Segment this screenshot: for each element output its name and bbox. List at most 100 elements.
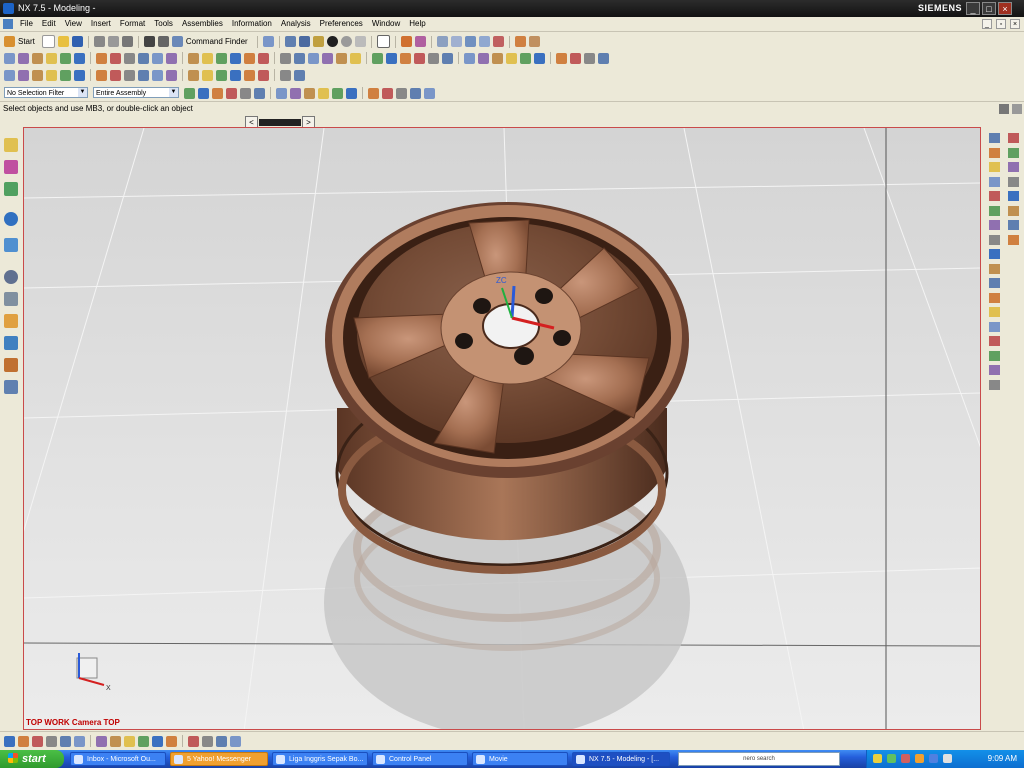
assembly-tool-icon[interactable] xyxy=(294,69,305,81)
part-navigator-icon[interactable] xyxy=(4,182,18,196)
roles-icon[interactable] xyxy=(4,358,18,372)
maximize-button[interactable]: □ xyxy=(982,2,996,15)
mdi-minimize-button[interactable]: _ xyxy=(982,19,992,29)
open-icon[interactable] xyxy=(57,36,69,47)
menu-item[interactable]: Preferences xyxy=(320,19,363,28)
utility-tool-icon[interactable] xyxy=(4,735,15,747)
utility-tool-icon[interactable] xyxy=(138,735,149,747)
feature-tool-icon[interactable] xyxy=(428,52,439,64)
selection-filter-dropdown[interactable]: No Selection Filter ▼ xyxy=(4,87,88,98)
copy-icon[interactable] xyxy=(107,36,119,47)
feature-tool-icon[interactable] xyxy=(32,52,43,64)
feature-tool-icon[interactable] xyxy=(258,52,269,64)
utility-tool-icon[interactable] xyxy=(96,735,107,747)
assembly-tool-icon[interactable] xyxy=(96,69,107,81)
assembly-tool-icon[interactable] xyxy=(4,69,15,81)
assembly-navigator-icon[interactable] xyxy=(4,138,18,152)
assembly-tool-icon[interactable] xyxy=(138,69,149,81)
utility-tool-icon[interactable] xyxy=(18,735,29,747)
process-studio-icon[interactable] xyxy=(4,314,18,328)
menu-item[interactable]: Analysis xyxy=(281,19,311,28)
feature-tool-icon[interactable] xyxy=(216,52,227,64)
move-object-icon[interactable] xyxy=(478,36,490,47)
feature-tool-icon[interactable] xyxy=(124,52,135,64)
feature-tool-icon[interactable] xyxy=(110,52,121,64)
tray-icon[interactable] xyxy=(873,754,882,763)
system-scenes-icon[interactable] xyxy=(4,380,18,394)
feature-tool-icon[interactable] xyxy=(598,52,609,64)
feature-tool-icon[interactable] xyxy=(464,52,475,64)
hide-icon[interactable] xyxy=(414,36,426,47)
slider-track[interactable] xyxy=(259,119,301,126)
save-icon[interactable] xyxy=(71,36,83,47)
feature-tool-icon[interactable] xyxy=(584,52,595,64)
feature-tool-icon[interactable] xyxy=(152,52,163,64)
edit-object-icon[interactable] xyxy=(464,36,476,47)
curve-tool-icon[interactable] xyxy=(1008,220,1019,230)
utility-tool-icon[interactable] xyxy=(46,735,57,747)
mdi-restore-button[interactable]: ▫ xyxy=(996,19,1006,29)
graphics-window[interactable]: ZC X TOP WORK Camera TOP xyxy=(23,127,981,730)
curve-tool-icon[interactable] xyxy=(1008,162,1019,172)
utility-tool-icon[interactable] xyxy=(110,735,121,747)
feature-tool-icon[interactable] xyxy=(230,52,241,64)
curve-tool-icon[interactable] xyxy=(1008,133,1019,143)
assembly-tool-icon[interactable] xyxy=(18,69,29,81)
sketch-tool-icon[interactable] xyxy=(989,336,1000,346)
chevron-down-icon[interactable]: ▼ xyxy=(78,88,87,97)
sketch-tool-icon[interactable] xyxy=(989,162,1000,172)
assembly-tool-icon[interactable] xyxy=(60,69,71,81)
feature-tool-icon[interactable] xyxy=(386,52,397,64)
feature-tool-icon[interactable] xyxy=(570,52,581,64)
utility-tool-icon[interactable] xyxy=(202,735,213,747)
snap-point-icon[interactable] xyxy=(290,87,301,99)
assembly-tool-icon[interactable] xyxy=(216,69,227,81)
snap-point-icon[interactable] xyxy=(212,87,223,99)
feature-tool-icon[interactable] xyxy=(294,52,305,64)
utility-tool-icon[interactable] xyxy=(152,735,163,747)
snap-point-icon[interactable] xyxy=(254,87,265,99)
wcs-icon[interactable] xyxy=(436,36,448,47)
curve-tool-icon[interactable] xyxy=(1008,191,1019,201)
assembly-tool-icon[interactable] xyxy=(258,69,269,81)
taskbar-button[interactable]: Inbox - Microsoft Ou... xyxy=(70,752,166,766)
scene-canvas[interactable]: ZC X xyxy=(24,128,981,730)
tray-icon[interactable] xyxy=(915,754,924,763)
taskbar-button[interactable]: Control Panel xyxy=(372,752,468,766)
assembly-tool-icon[interactable] xyxy=(166,69,177,81)
assembly-tool-icon[interactable] xyxy=(46,69,57,81)
feature-tool-icon[interactable] xyxy=(414,52,425,64)
curve-tool-icon[interactable] xyxy=(1008,234,1019,245)
snap-point-icon[interactable] xyxy=(396,87,407,99)
new-icon[interactable] xyxy=(41,35,55,48)
snap-point-icon[interactable] xyxy=(184,87,195,99)
snap-point-icon[interactable] xyxy=(198,87,209,99)
tray-icon[interactable] xyxy=(929,754,938,763)
shaded-icon[interactable] xyxy=(326,36,338,47)
sketch-tool-icon[interactable] xyxy=(989,234,1000,245)
snap-point-icon[interactable] xyxy=(368,87,379,99)
feature-tool-icon[interactable] xyxy=(74,52,85,64)
curve-tool-icon[interactable] xyxy=(1008,176,1019,187)
feature-tool-icon[interactable] xyxy=(506,52,517,64)
start-icon[interactable] xyxy=(4,36,15,47)
select-icon[interactable] xyxy=(262,36,274,47)
sketch-tool-icon[interactable] xyxy=(989,278,1000,288)
curve-tool-icon[interactable] xyxy=(1008,205,1019,216)
status-details-icon[interactable] xyxy=(1012,104,1022,114)
feature-tool-icon[interactable] xyxy=(520,52,531,64)
menu-item[interactable]: Information xyxy=(232,19,272,28)
sketch-tool-icon[interactable] xyxy=(989,133,1000,143)
sketch-tool-icon[interactable] xyxy=(989,191,1000,201)
feature-tool-icon[interactable] xyxy=(336,52,347,64)
rotate-icon[interactable] xyxy=(312,36,324,47)
status-toggle-icon[interactable] xyxy=(999,104,1009,114)
sketch-tool-icon[interactable] xyxy=(989,321,1000,332)
snap-point-icon[interactable] xyxy=(240,87,251,99)
menu-item[interactable]: Window xyxy=(372,19,400,28)
constraint-navigator-icon[interactable] xyxy=(4,160,18,174)
snap-point-icon[interactable] xyxy=(276,87,287,99)
feature-tool-icon[interactable] xyxy=(280,52,291,64)
csys-icon[interactable] xyxy=(450,36,462,47)
utility-tool-icon[interactable] xyxy=(188,735,199,747)
